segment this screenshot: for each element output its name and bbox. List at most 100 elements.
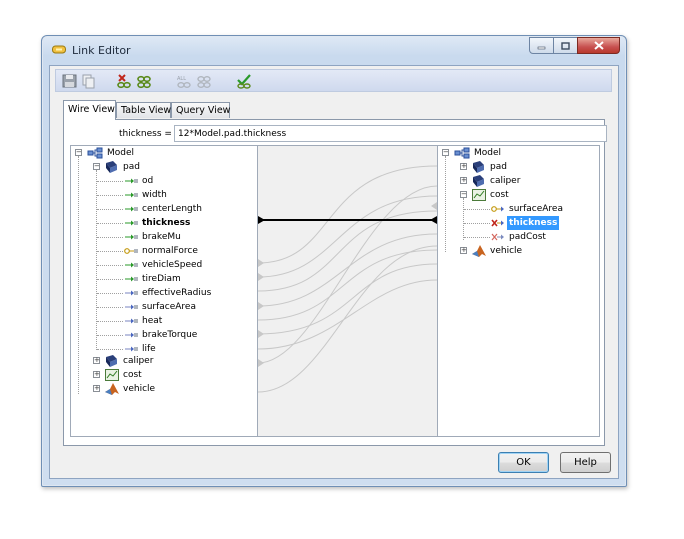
linked-variable-icon bbox=[125, 206, 138, 212]
link-all-icon[interactable] bbox=[196, 73, 213, 89]
input-variable-icon bbox=[124, 248, 138, 254]
output-variable-icon bbox=[125, 318, 138, 324]
right-model-tree[interactable]: − Model + pad + caliper − cost surfaceAr… bbox=[437, 145, 600, 437]
tree-guide-line bbox=[97, 307, 123, 308]
expression-input[interactable] bbox=[174, 125, 607, 142]
wire-endpoint-arrow bbox=[258, 330, 264, 338]
tree-node-label: thickness bbox=[142, 218, 191, 228]
tree-node-label: heat bbox=[142, 316, 163, 326]
expand-icon[interactable]: + bbox=[460, 177, 467, 184]
collapse-icon[interactable]: − bbox=[442, 149, 449, 156]
left-model-tree[interactable]: − Model − pad od width centerLength thic… bbox=[70, 145, 258, 437]
link-editor-icon bbox=[52, 45, 66, 54]
tree-node-label: surfaceArea bbox=[142, 302, 196, 312]
output-variable-icon bbox=[125, 332, 138, 338]
tree-guide-line bbox=[464, 223, 490, 224]
wire-link bbox=[258, 165, 437, 264]
linked-variable-icon bbox=[125, 220, 138, 226]
tree-node-label: pad bbox=[490, 162, 507, 172]
tree-node-label: width bbox=[142, 190, 167, 200]
linked-variable-icon bbox=[125, 234, 138, 240]
help-button[interactable]: Help bbox=[560, 452, 611, 473]
maximize-button[interactable] bbox=[553, 37, 578, 54]
tree-guide-line bbox=[464, 209, 490, 210]
wire-endpoint-arrow bbox=[258, 302, 264, 310]
output-variable-icon bbox=[125, 290, 138, 296]
collapse-icon[interactable]: − bbox=[460, 191, 467, 198]
component-icon bbox=[106, 161, 117, 173]
matlab-icon bbox=[472, 245, 486, 257]
title-bar[interactable]: Link Editor bbox=[42, 36, 626, 64]
window-title: Link Editor bbox=[72, 44, 131, 57]
expression-label: thickness = bbox=[119, 129, 172, 139]
broken-link-icon bbox=[491, 219, 504, 227]
expand-icon[interactable]: + bbox=[93, 371, 100, 378]
collapse-icon[interactable]: − bbox=[75, 149, 82, 156]
tab-table-view[interactable]: Table View bbox=[116, 102, 171, 118]
tree-guide-line bbox=[97, 251, 123, 252]
tree-node-label: Model bbox=[474, 148, 502, 158]
wire-canvas bbox=[258, 165, 437, 393]
tree-node-label: surfaceArea bbox=[509, 204, 563, 214]
wire-link bbox=[258, 210, 437, 292]
wire-link bbox=[258, 263, 437, 335]
tree-node-label: pad bbox=[123, 162, 140, 172]
copy-icon[interactable] bbox=[80, 73, 97, 89]
save-icon[interactable] bbox=[61, 73, 78, 89]
dialog-client-area: ALL Wire View Table View Query View thic… bbox=[49, 65, 619, 479]
active-wire-arrow bbox=[430, 216, 437, 224]
tree-node-label: Model bbox=[107, 148, 135, 158]
tab-query-view[interactable]: Query View bbox=[171, 102, 230, 118]
tree-node-label: effectiveRadius bbox=[142, 288, 212, 298]
output-variable-icon bbox=[125, 346, 138, 352]
tree-guide-line bbox=[97, 349, 123, 350]
tab-wire-view[interactable]: Wire View bbox=[63, 100, 116, 120]
unlink-all-icon[interactable]: ALL bbox=[176, 73, 193, 89]
link-icon[interactable] bbox=[136, 73, 153, 89]
ok-button[interactable]: OK bbox=[498, 452, 549, 473]
tree-node-label: thickness bbox=[507, 216, 560, 230]
matlab-icon bbox=[105, 383, 119, 395]
tree-guide-line bbox=[96, 170, 97, 350]
collapse-icon[interactable]: − bbox=[93, 163, 100, 170]
tree-node-label: vehicleSpeed bbox=[142, 260, 203, 270]
active-wire-arrow bbox=[258, 216, 265, 224]
tree-node-label: cost bbox=[490, 190, 509, 200]
tree-guide-line bbox=[97, 195, 123, 196]
minimize-button[interactable] bbox=[529, 37, 554, 54]
tree-node-label: od bbox=[142, 176, 154, 186]
tree-guide-line bbox=[97, 335, 123, 336]
tree-node-label: brakeMu bbox=[142, 232, 181, 242]
expand-icon[interactable]: + bbox=[460, 163, 467, 170]
model-node-icon bbox=[454, 147, 470, 159]
tree-guide-line bbox=[445, 156, 446, 252]
expand-icon[interactable]: + bbox=[460, 247, 467, 254]
tree-guide-line bbox=[463, 198, 464, 240]
tree-guide-line bbox=[464, 237, 490, 238]
wire-endpoint-arrow bbox=[258, 359, 264, 367]
tree-node-label: tireDiam bbox=[142, 274, 181, 284]
tree-guide-line bbox=[97, 265, 123, 266]
svg-text:ALL: ALL bbox=[177, 76, 186, 82]
tree-node-label: vehicle bbox=[123, 384, 156, 394]
wire-connection-area[interactable] bbox=[258, 145, 437, 437]
linked-variable-icon bbox=[125, 262, 138, 268]
tree-guide-line bbox=[97, 223, 123, 224]
spreadsheet-icon bbox=[105, 369, 119, 381]
close-button[interactable] bbox=[577, 37, 620, 54]
maximize-icon bbox=[561, 41, 570, 50]
toolbar: ALL bbox=[55, 69, 612, 92]
tree-node-label: brakeTorque bbox=[142, 330, 198, 340]
tree-node-label: normalForce bbox=[142, 246, 198, 256]
tree-guide-line bbox=[97, 209, 123, 210]
tree-node-label: vehicle bbox=[490, 246, 523, 256]
unlink-icon[interactable] bbox=[116, 73, 133, 89]
expand-icon[interactable]: + bbox=[93, 385, 100, 392]
tree-guide-line bbox=[97, 293, 123, 294]
wire-endpoint-arrow bbox=[258, 273, 264, 281]
validate-icon[interactable] bbox=[236, 73, 253, 89]
spreadsheet-icon bbox=[472, 189, 486, 201]
expand-icon[interactable]: + bbox=[93, 357, 100, 364]
tree-guide-line bbox=[97, 321, 123, 322]
wire-view-panel: thickness = − Model bbox=[63, 119, 607, 446]
